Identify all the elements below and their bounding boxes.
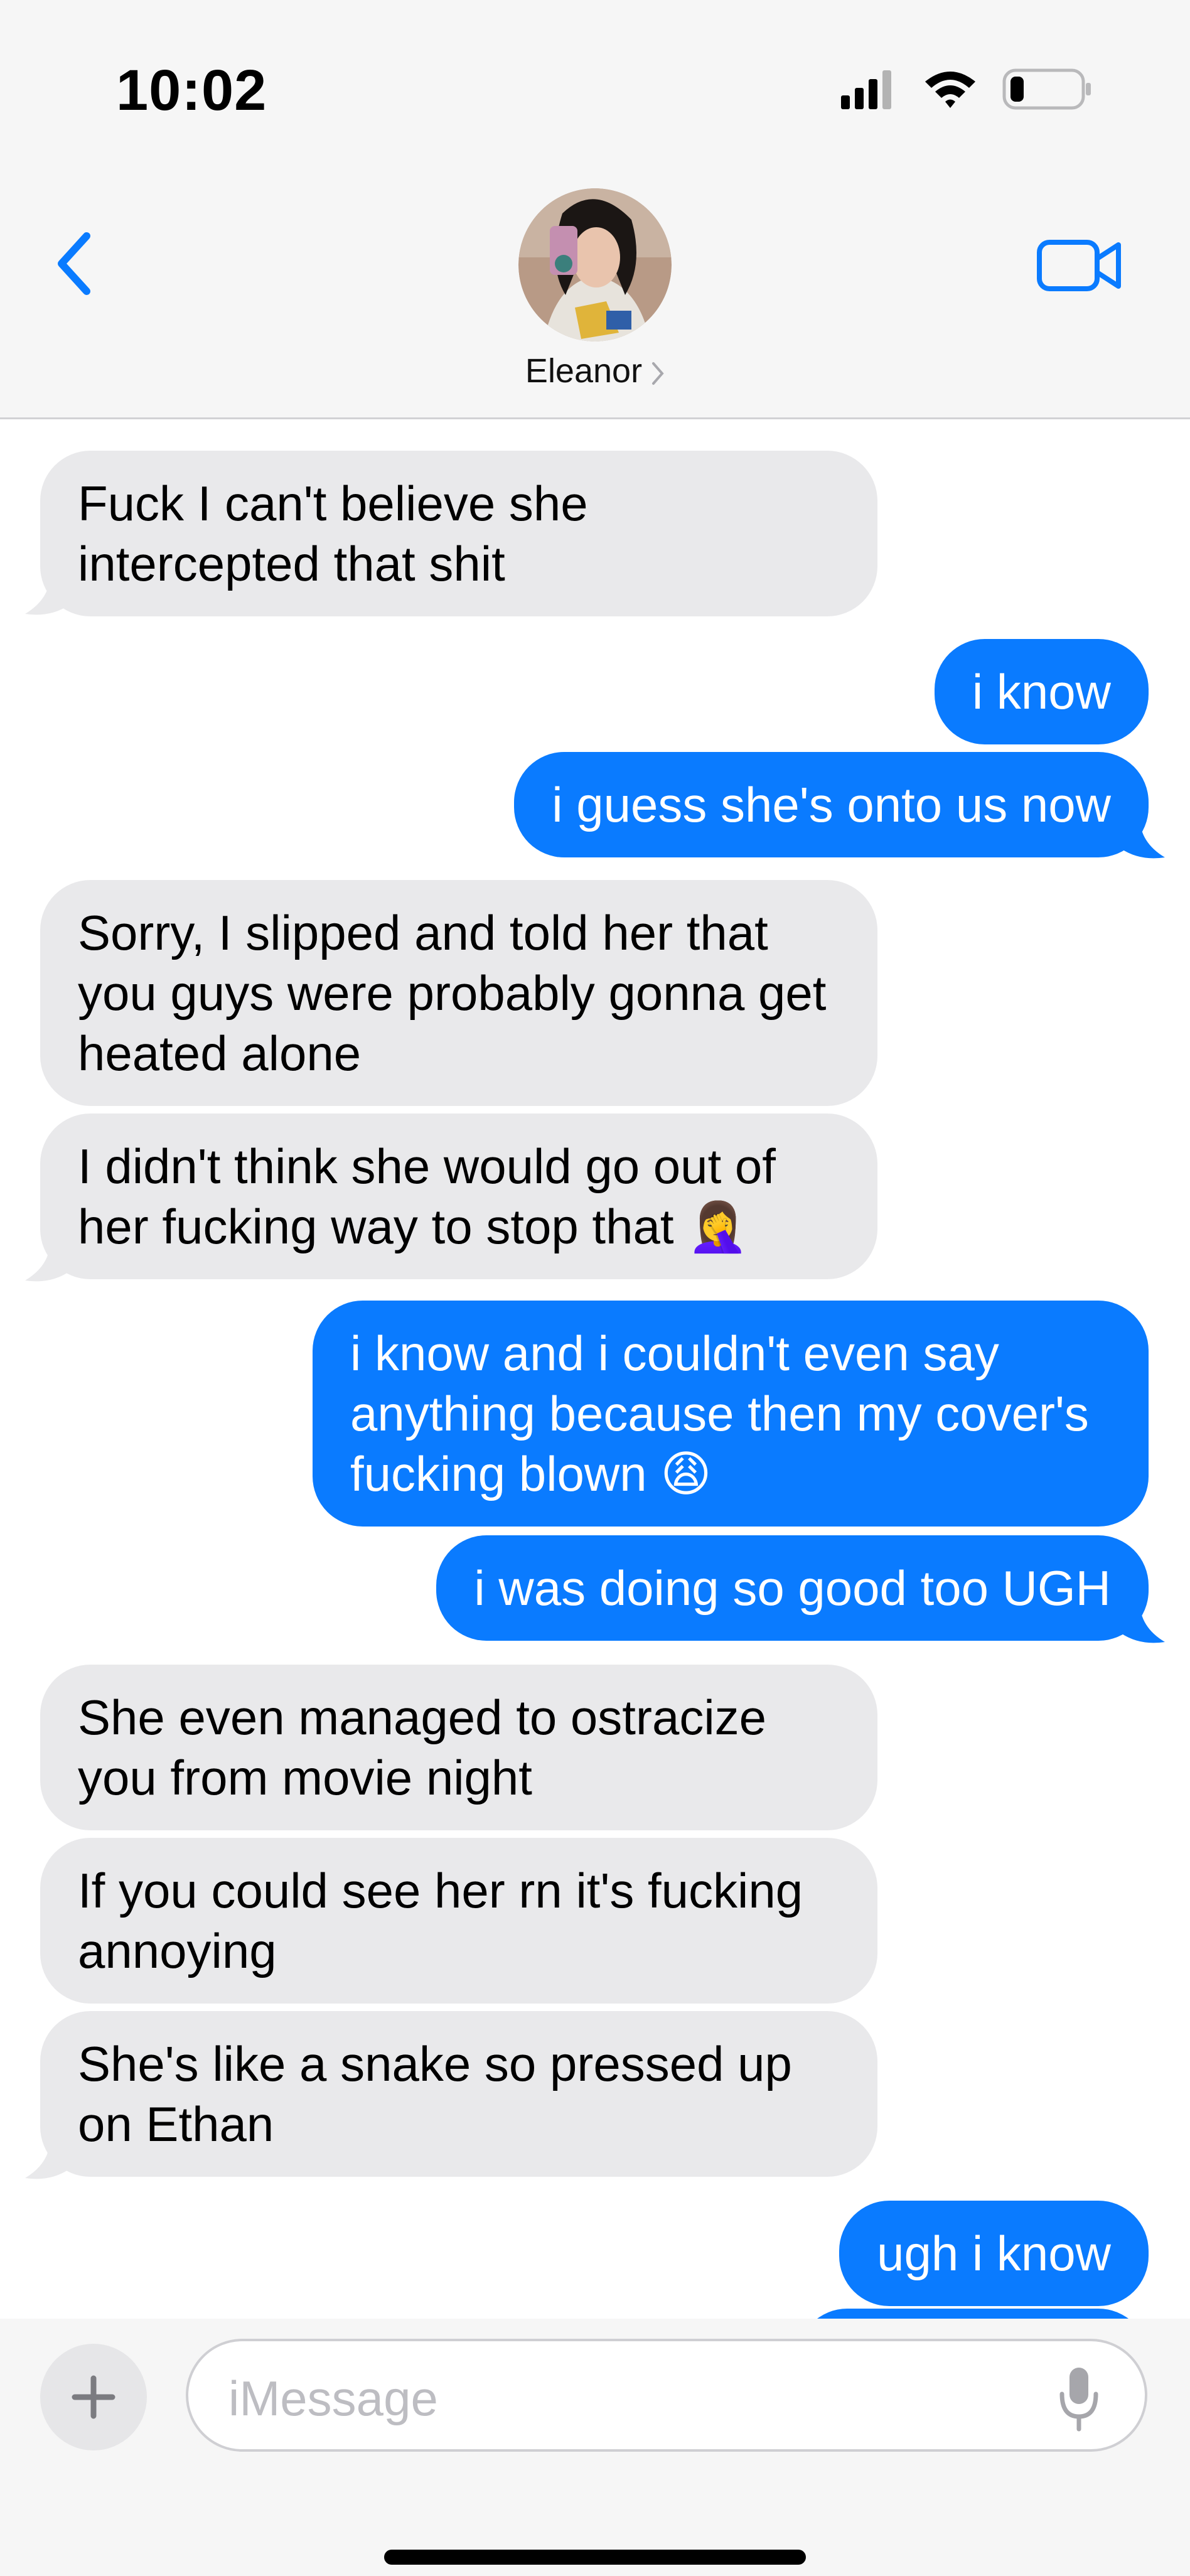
- message-incoming[interactable]: She even managed to ostracize you from m…: [40, 1665, 877, 1830]
- composer-bar: iMessage: [0, 2319, 1190, 2576]
- message-text: ugh i know: [877, 2226, 1111, 2281]
- message-thread[interactable]: Fuck I can't believe she intercepted tha…: [0, 419, 1190, 2319]
- status-icons: [841, 68, 1091, 110]
- message-outgoing[interactable]: i know and i couldn't even say anything …: [313, 1301, 1149, 1527]
- message-input-placeholder: iMessage: [228, 2371, 438, 2426]
- wifi-icon: [925, 72, 975, 108]
- cellular-signal-icon: [841, 70, 891, 109]
- message-text: I didn't think she would go out of her f…: [78, 1139, 776, 1254]
- bubble-tail: [1121, 1602, 1165, 1643]
- bubble-tail: [25, 1240, 69, 1282]
- contact-name-row[interactable]: Eleanor: [0, 352, 1190, 390]
- message-incoming[interactable]: I didn't think she would go out of her f…: [40, 1114, 877, 1279]
- message-text: i was doing so good too UGH: [474, 1560, 1111, 1616]
- message-text: i know: [972, 664, 1111, 719]
- message-incoming[interactable]: Sorry, I slipped and told her that you g…: [40, 880, 877, 1106]
- bubble-tail: [25, 574, 69, 615]
- bubble-tail: [25, 2138, 69, 2179]
- video-call-button[interactable]: [1036, 233, 1123, 296]
- battery-icon: [1002, 68, 1091, 110]
- message-incoming[interactable]: If you could see her rn it's fucking ann…: [40, 1838, 877, 2004]
- message-outgoing[interactable]: i guess she's onto us now: [514, 752, 1149, 857]
- message-incoming[interactable]: She's like a snake so pressed up on Etha…: [40, 2011, 877, 2177]
- message-text: i guess she's onto us now: [552, 777, 1111, 832]
- message-text: If you could see her rn it's fucking ann…: [78, 1863, 803, 1978]
- chevron-right-icon: [652, 362, 664, 385]
- video-camera-icon: [1037, 240, 1121, 291]
- message-incoming[interactable]: Fuck I can't believe she intercepted tha…: [40, 451, 877, 616]
- message-text: She's like a snake so pressed up on Etha…: [78, 2036, 792, 2152]
- message-input[interactable]: iMessage: [186, 2339, 1147, 2452]
- back-button[interactable]: [48, 226, 104, 301]
- status-time: 10:02: [116, 58, 267, 122]
- apps-button[interactable]: [40, 2344, 147, 2450]
- message-outgoing[interactable]: i was doing so good too UGH: [436, 1535, 1149, 1641]
- bubble-tail: [1121, 817, 1165, 859]
- plus-icon: [72, 2375, 115, 2419]
- home-indicator[interactable]: [384, 2550, 806, 2565]
- contact-name: Eleanor: [525, 352, 643, 390]
- message-text: She even managed to ostracize you from m…: [78, 1690, 767, 1805]
- message-outgoing[interactable]: i know: [934, 639, 1149, 744]
- mic-icon[interactable]: [1057, 2364, 1101, 2433]
- message-outgoing[interactable]: ugh i know: [839, 2201, 1149, 2306]
- message-text: Fuck I can't believe she intercepted tha…: [78, 476, 588, 591]
- message-text: i know and i couldn't even say anything …: [350, 1326, 1089, 1501]
- message-text: Sorry, I slipped and told her that you g…: [78, 905, 827, 1081]
- message-outgoing-partial[interactable]: [797, 2309, 1149, 2319]
- contact-avatar[interactable]: [518, 188, 672, 341]
